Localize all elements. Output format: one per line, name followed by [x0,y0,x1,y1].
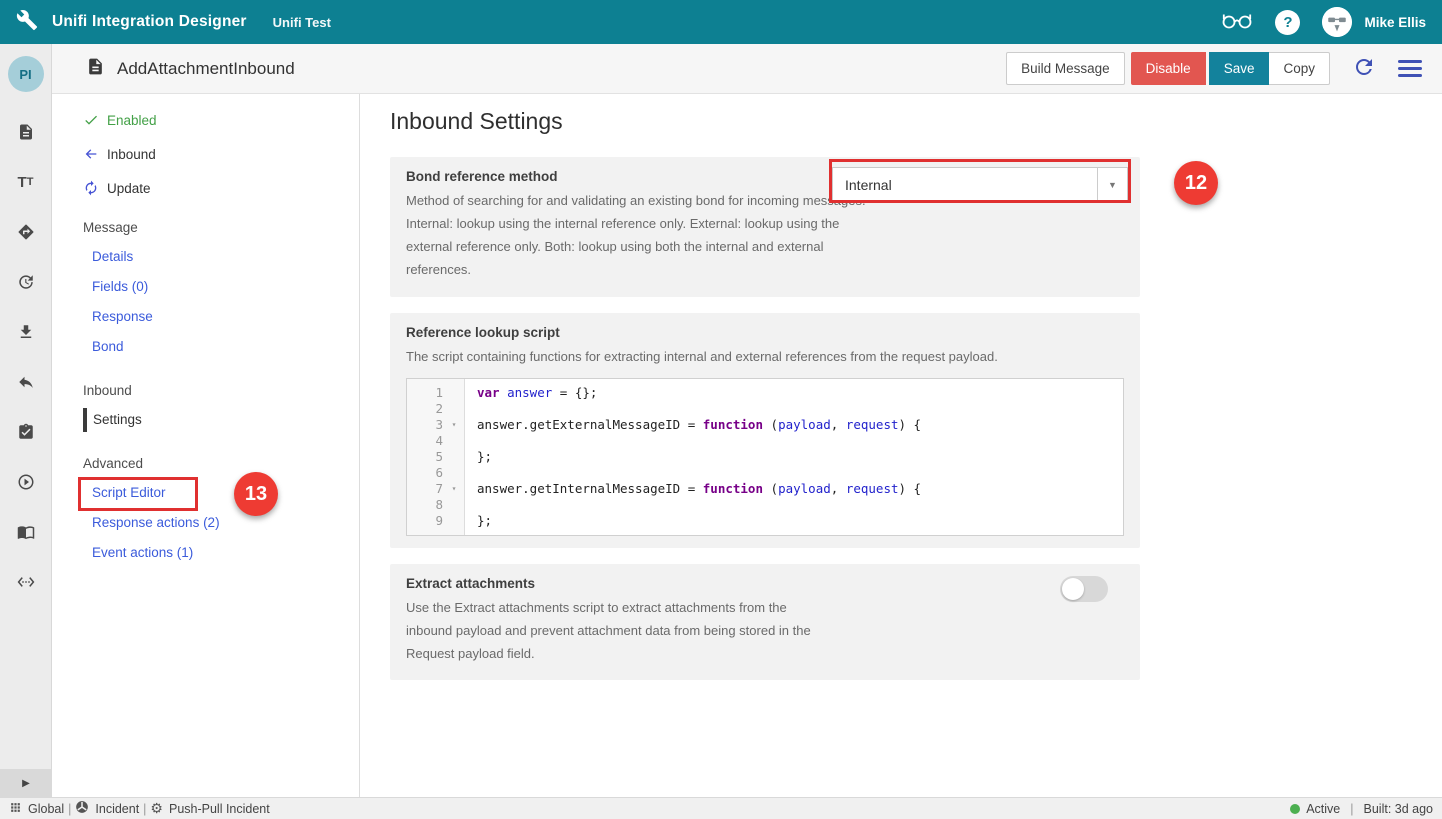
statusbar-divider: | [1350,802,1353,816]
statusbar-built: Built: 3d ago [1364,802,1434,816]
bond-reference-description: Method of searching for and validating a… [406,189,866,281]
code-line: 5}; [407,449,1123,465]
sidebar-item-event-actions[interactable]: Event actions (1) [52,541,359,565]
workspace-name[interactable]: Unifi Test [273,15,331,30]
annotation-badge-12: 12 [1174,161,1218,205]
extract-attachments-label: Extract attachments [406,576,1124,591]
status-bar: Global | Incident | ⚙ Push-Pull Incident… [0,797,1442,819]
download-icon[interactable] [16,322,36,342]
statusbar-divider: | [68,802,71,816]
help-icon[interactable]: ? [1275,10,1300,35]
sidebar-item-fields[interactable]: Fields (0) [52,275,359,299]
code-line: 8 [407,497,1123,513]
code-editor[interactable]: 1var answer = {};23▾answer.getExternalMe… [406,378,1124,536]
reference-lookup-panel: Reference lookup script The script conta… [390,313,1140,548]
sidebar: Enabled Inbound Update Message Details F… [52,94,360,797]
sidebar-item-response-actions[interactable]: Response actions (2) [52,511,359,535]
sidebar-item-bond[interactable]: Bond [52,335,359,359]
annotation-badge-13: 13 [234,472,278,516]
page-title: AddAttachmentInbound [117,59,295,79]
grid-icon[interactable] [9,801,22,817]
code-line: 1var answer = {}; [407,385,1123,401]
hamburger-menu-icon[interactable] [1398,60,1422,78]
integration-avatar[interactable]: PI [8,56,44,92]
build-message-button[interactable]: Build Message [1006,52,1125,85]
history-icon[interactable] [16,272,36,292]
sync-icon [83,180,99,196]
statusbar-application[interactable]: Incident [95,802,139,816]
sidebar-item-settings[interactable]: Settings [83,408,359,432]
sidebar-item-script-editor[interactable]: Script Editor [52,481,359,505]
icon-rail: PI TT ▶ [0,44,52,797]
extract-attachments-description: Use the Extract attachments script to ex… [406,596,836,665]
sidebar-item-inbound-direction[interactable]: Inbound [52,142,359,166]
reference-lookup-description: The script containing functions for extr… [406,345,1124,368]
reply-icon[interactable] [16,372,36,392]
wrench-icon [16,9,38,36]
statusbar-divider: | [143,802,146,816]
toggle-knob [1062,578,1084,600]
statusbar-scope[interactable]: Global [28,802,64,816]
app-title: Unifi Integration Designer [52,13,247,31]
bond-reference-dropdown[interactable]: Internal ▼ [832,167,1128,203]
code-lines: 1var answer = {};23▾answer.getExternalMe… [407,385,1123,529]
sidebar-item-enabled[interactable]: Enabled [52,108,359,132]
sidebar-item-update[interactable]: Update [52,176,359,200]
code-line: 3▾answer.getExternalMessageID = function… [407,417,1123,433]
copy-button[interactable]: Copy [1269,52,1330,85]
section-header-advanced: Advanced [52,452,359,476]
code-line: 2 [407,401,1123,417]
glasses-icon[interactable] [1221,9,1253,36]
incident-app-icon [75,800,89,817]
gear-icon: ⚙ [150,800,163,817]
play-icon[interactable] [16,472,36,492]
document-title-bar: AddAttachmentInbound Build Message Disab… [52,44,1442,94]
main-content: Inbound Settings Bond reference method M… [360,94,1442,797]
disable-button[interactable]: Disable [1131,52,1206,85]
dropdown-value: Internal [833,177,1097,193]
reference-lookup-label: Reference lookup script [406,325,1124,340]
document-icon [86,57,105,81]
book-icon[interactable] [16,522,36,542]
code-line: 7▾answer.getInternalMessageID = function… [407,481,1123,497]
section-header-message: Message [52,216,359,240]
file-icon[interactable] [16,122,36,142]
sidebar-item-response[interactable]: Response [52,305,359,329]
content-heading: Inbound Settings [390,108,1442,135]
code-line: 9}; [407,513,1123,529]
app-window: Unifi Integration Designer Unifi Test ? … [0,0,1442,819]
statusbar-status: Active [1306,802,1340,816]
user-name[interactable]: Mike Ellis [1364,15,1426,30]
rail-collapse-button[interactable]: ▶ [0,769,52,797]
save-button[interactable]: Save [1209,52,1270,85]
sidebar-item-details[interactable]: Details [52,245,359,269]
statusbar-process[interactable]: Push-Pull Incident [169,802,270,816]
user-avatar[interactable] [1322,7,1352,37]
top-app-bar: Unifi Integration Designer Unifi Test ? … [0,0,1442,44]
arrow-left-icon [83,146,99,162]
refresh-icon[interactable] [1352,55,1376,82]
directions-icon[interactable] [16,222,36,242]
bond-reference-panel: Bond reference method Method of searchin… [390,157,1140,297]
extract-attachments-toggle[interactable] [1060,576,1108,602]
task-icon[interactable] [16,422,36,442]
code-icon[interactable] [16,572,36,592]
section-header-inbound: Inbound [52,379,359,403]
code-line: 4 [407,433,1123,449]
extract-attachments-panel: Extract attachments Use the Extract atta… [390,564,1140,680]
check-icon [83,112,99,128]
active-status-dot [1290,804,1300,814]
chevron-down-icon[interactable]: ▼ [1097,168,1127,202]
text-icon[interactable]: TT [16,172,36,192]
code-line: 6 [407,465,1123,481]
